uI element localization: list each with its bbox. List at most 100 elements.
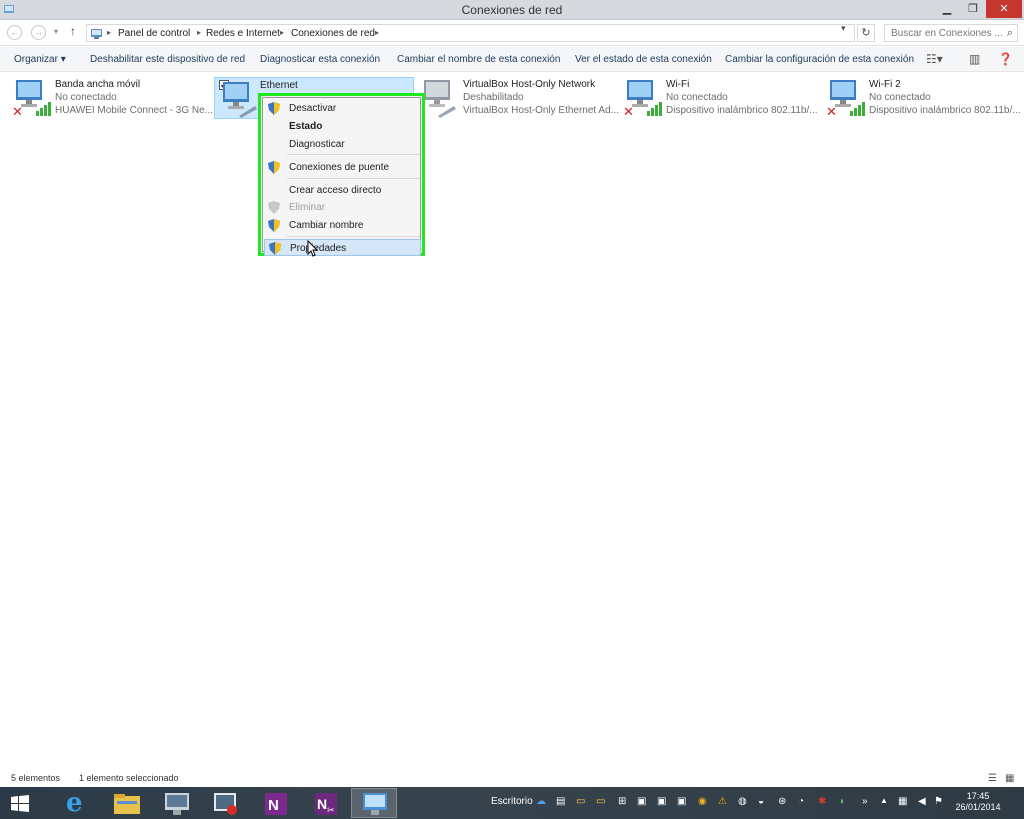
close-button[interactable]: ✕	[986, 0, 1022, 18]
details-view-icon[interactable]: ☰	[988, 773, 997, 784]
organize-button[interactable]: Organizar ▾	[14, 54, 66, 65]
menu-item-rename[interactable]: Cambiar nombre	[263, 217, 422, 234]
tray-warning-icon[interactable]: ⚠	[718, 796, 727, 807]
menu-item-delete: Eliminar	[263, 199, 422, 216]
menu-item-disable[interactable]: Desactivar	[263, 100, 422, 117]
taskbar-app-recorder[interactable]	[203, 788, 249, 818]
tray-app-icon[interactable]: ✱	[818, 796, 826, 807]
mouse-cursor-icon	[307, 240, 319, 257]
menu-separator	[287, 236, 420, 237]
tray-folder-icon[interactable]: ▭	[576, 796, 585, 807]
connection-item-mobile-broadband[interactable]: ✕ Banda ancha móvil No conectado HUAWEI …	[12, 76, 214, 120]
menu-item-create-shortcut[interactable]: Crear acceso directo	[263, 182, 422, 199]
close-icon: ✕	[999, 3, 1009, 15]
tray-chrome-icon[interactable]: ◉	[698, 796, 707, 807]
taskbar-onenote[interactable]: N	[253, 788, 299, 818]
refresh-button[interactable]: ↻	[857, 24, 875, 42]
tray-monitor-icon[interactable]: ▣	[657, 796, 666, 807]
change-settings-button[interactable]: Cambiar la configuración de esta conexió…	[725, 54, 914, 65]
menu-item-label: Cambiar nombre	[289, 220, 364, 231]
rename-connection-button[interactable]: Cambiar el nombre de esta conexión	[397, 54, 560, 65]
breadcrumb-separator-icon: ▸	[375, 28, 380, 37]
breadcrumb-network-connections[interactable]: Conexiones de red	[291, 28, 375, 39]
connection-device: Dispositivo inalámbrico 802.11b/...	[869, 105, 1021, 116]
back-button[interactable]: ←	[7, 25, 22, 40]
uac-shield-icon	[268, 102, 280, 115]
command-bar: Organizar ▾ Deshabilitar este dispositiv…	[0, 47, 1024, 72]
connection-item-wifi[interactable]: ✕ Wi-Fi No conectado Dispositivo inalámb…	[623, 76, 823, 120]
menu-item-label: Estado	[289, 121, 323, 132]
desktop-toolbar-label[interactable]: Escritorio	[491, 796, 533, 807]
control-panel-icon	[91, 29, 102, 39]
menu-item-bridge[interactable]: Conexiones de puente	[263, 159, 422, 176]
connection-device: Dispositivo inalámbrico 802.11b/...	[666, 105, 818, 116]
menu-item-label: Crear acceso directo	[289, 185, 382, 196]
show-hidden-icons[interactable]: ▲	[880, 796, 888, 805]
connection-device: VirtualBox Host-Only Ethernet Ad...	[463, 105, 620, 116]
breadcrumb-separator-icon: ▸	[107, 28, 112, 37]
disable-device-button[interactable]: Deshabilitar este dispositivo de red	[90, 54, 245, 65]
connection-name: Wi-Fi	[666, 79, 690, 90]
menu-item-label: Conexiones de puente	[289, 162, 390, 173]
action-center-flag-icon[interactable]: ⚑	[934, 796, 943, 807]
minimize-icon: ▁	[942, 3, 952, 15]
tray-network-status-icon[interactable]: ▦	[898, 796, 907, 807]
connection-status: No conectado	[666, 92, 728, 103]
chevron-right-icon[interactable]: »	[862, 796, 868, 807]
breadcrumb-separator-icon: ▸	[197, 28, 202, 37]
tray-network-icon[interactable]: ⊞	[618, 796, 626, 807]
folder-icon	[114, 794, 140, 814]
svg-text:N: N	[317, 796, 327, 812]
connection-device: HUAWEI Mobile Connect - 3G Ne...	[55, 105, 214, 116]
preview-pane-icon[interactable]: ▥	[969, 52, 980, 66]
tray-folder-icon[interactable]: ▭	[596, 796, 605, 807]
tray-app-icon[interactable]: ◔	[798, 796, 804, 807]
tray-app-icon[interactable]: ▤	[556, 796, 565, 807]
search-input[interactable]: Buscar en Conexiones ... ⌕	[884, 24, 1018, 42]
taskbar-file-explorer[interactable]	[104, 788, 150, 818]
minimize-button[interactable]: ▁	[934, 0, 960, 18]
menu-item-properties[interactable]: Propiedades	[264, 239, 421, 256]
breadcrumb-control-panel[interactable]: Panel de control	[118, 28, 190, 39]
context-menu: Desactivar Estado Diagnosticar Conexione…	[258, 93, 425, 256]
tray-monitor-icon[interactable]: ▣	[637, 796, 646, 807]
tray-app-icon[interactable]: ⊛	[778, 796, 786, 807]
taskbar-internet-explorer[interactable]: e	[56, 788, 102, 818]
menu-item-status[interactable]: Estado	[263, 118, 422, 135]
help-icon[interactable]: ❓	[998, 52, 1013, 66]
onenote-icon: N	[265, 793, 287, 815]
taskbar-app-monitor[interactable]	[154, 788, 200, 818]
taskbar-onenote-tool[interactable]: N ✂	[303, 788, 349, 818]
taskbar-network-connections[interactable]	[351, 788, 397, 818]
forward-button[interactable]: →	[31, 25, 46, 40]
organize-label: Organizar	[14, 54, 58, 65]
onenote-screen-clipper-icon: N ✂	[315, 793, 337, 815]
menu-item-diagnose[interactable]: Diagnosticar	[263, 136, 422, 153]
start-button[interactable]	[0, 788, 40, 818]
address-dropdown[interactable]: ▾	[841, 23, 846, 34]
onedrive-tray-icon[interactable]: ☁	[536, 796, 546, 807]
svg-text:N: N	[268, 797, 279, 814]
connection-name: VirtualBox Host-Only Network	[463, 79, 596, 90]
address-path[interactable]: ▸ Panel de control ▸ Redes e Internet ▸ …	[86, 24, 855, 42]
window-title: Conexiones de red	[461, 3, 563, 17]
recent-locations-dropdown[interactable]: ▾	[54, 27, 58, 36]
tray-app-icon[interactable]: ◍	[738, 796, 747, 807]
connection-item-virtualbox[interactable]: VirtualBox Host-Only Network Deshabilita…	[420, 76, 620, 120]
view-options-icon[interactable]: ☷▾	[926, 52, 943, 66]
taskbar-clock[interactable]: 17:45 26/01/2014	[948, 791, 1008, 813]
network-adapter-icon: ✕	[12, 80, 51, 118]
up-button[interactable]: ↑	[70, 24, 76, 38]
restore-button[interactable]: ❐	[960, 0, 986, 18]
breadcrumb-network-internet[interactable]: Redes e Internet	[206, 28, 280, 39]
large-icons-view-icon[interactable]: ▦	[1005, 773, 1014, 784]
connection-item-wifi-2[interactable]: ✕ Wi-Fi 2 No conectado Dispositivo inalá…	[826, 76, 1022, 120]
menu-item-label: Desactivar	[289, 103, 337, 114]
tray-app-icon[interactable]: ◒	[758, 796, 764, 807]
volume-icon[interactable]: ◀	[918, 796, 926, 807]
clock-date: 26/01/2014	[955, 802, 1001, 812]
tray-app-icon[interactable]: ◑	[838, 796, 844, 807]
diagnose-connection-button[interactable]: Diagnosticar esta conexión	[260, 54, 380, 65]
tray-monitor-icon[interactable]: ▣	[677, 796, 686, 807]
view-status-button[interactable]: Ver el estado de esta conexión	[575, 54, 712, 65]
